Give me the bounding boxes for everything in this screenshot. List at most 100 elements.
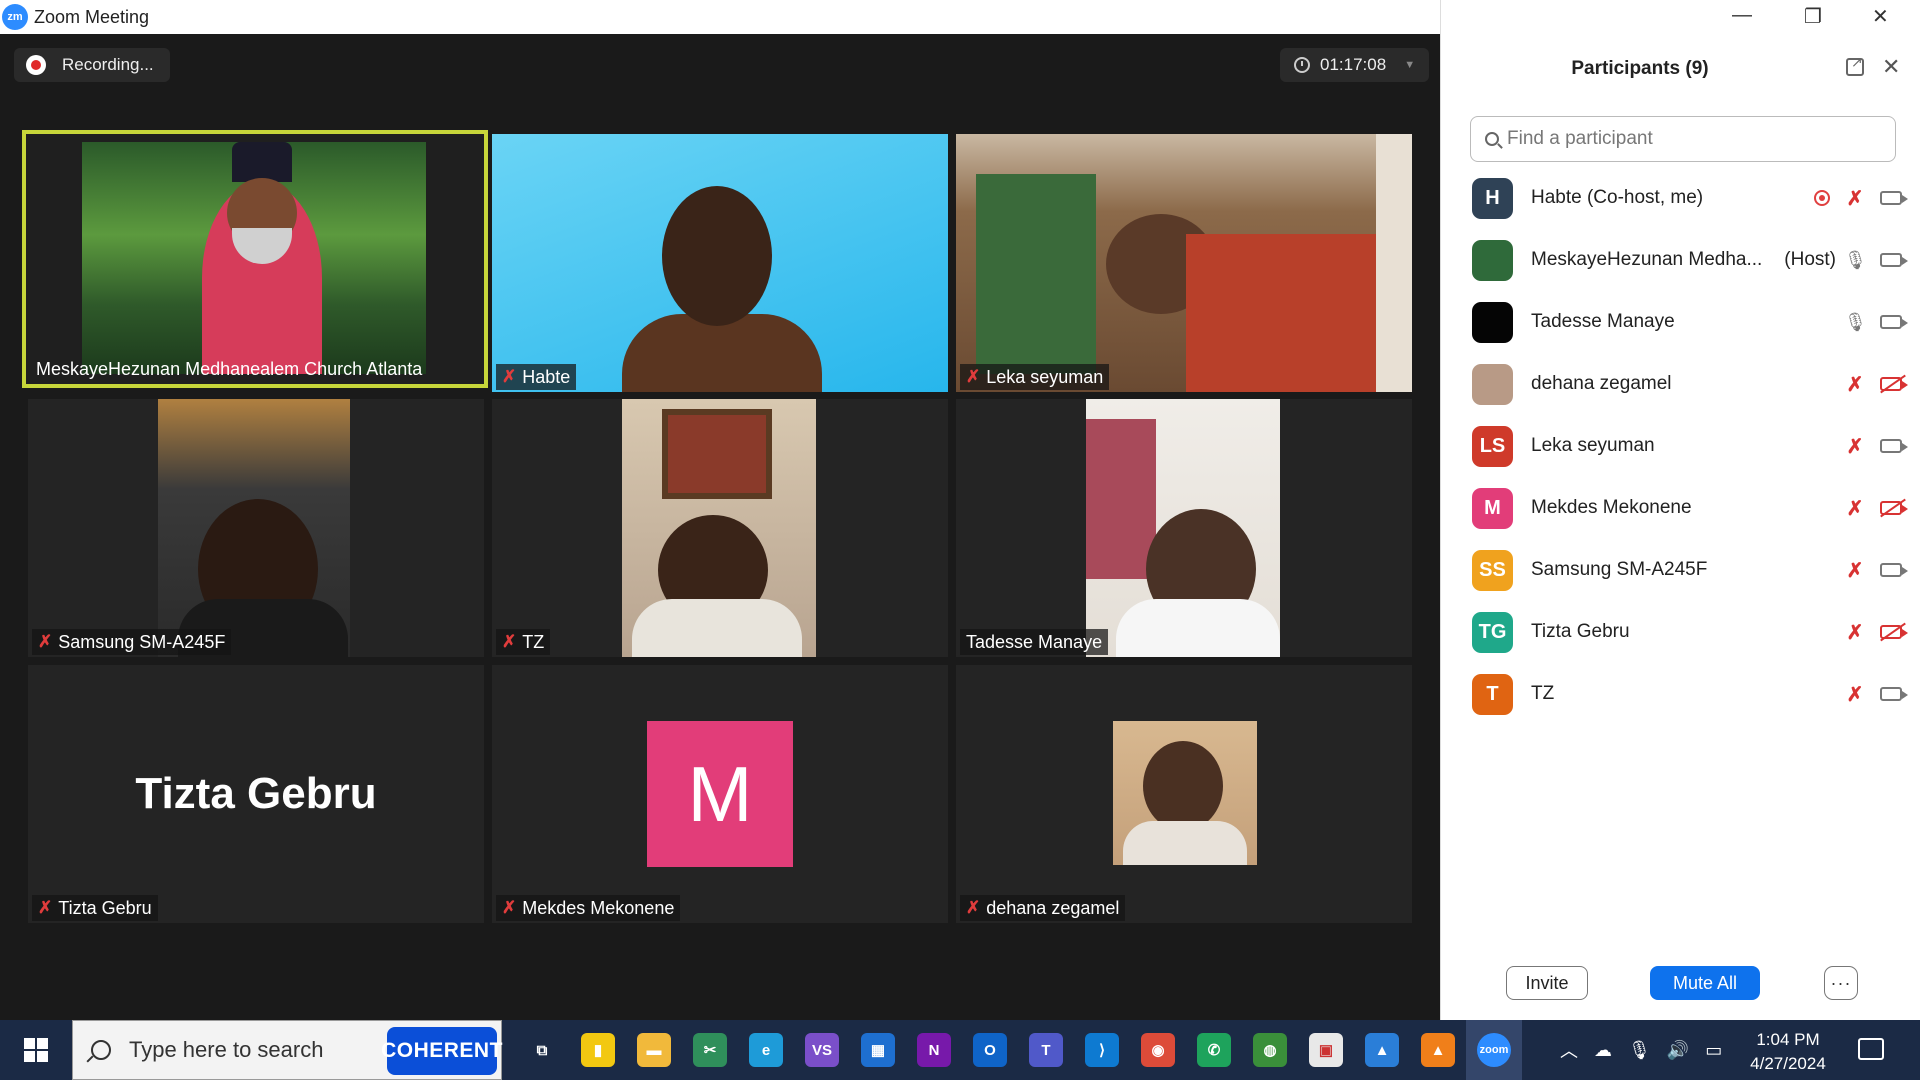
- participant-row[interactable]: M Mekdes Mekonene ✗: [1472, 482, 1908, 534]
- participant-row[interactable]: SS Samsung SM-A245F ✗: [1472, 544, 1908, 596]
- mic-off-icon[interactable]: ✗: [1844, 434, 1866, 459]
- video-tile[interactable]: ✗ Leka seyuman: [956, 134, 1412, 392]
- participant-row[interactable]: H Habte (Co-host, me) ✗: [1472, 172, 1908, 224]
- calculator-icon[interactable]: ▦: [850, 1020, 906, 1080]
- participant-row[interactable]: dehana zegamel ✗: [1472, 358, 1908, 410]
- zoom-icon[interactable]: zoom: [1466, 1020, 1522, 1080]
- mute-all-button[interactable]: Mute All: [1650, 966, 1760, 1000]
- participant-status-icons: ✗: [1844, 620, 1908, 645]
- clock-icon: [1294, 57, 1310, 73]
- title-bar: zm Zoom Meeting: [0, 0, 1440, 34]
- mic-off-icon[interactable]: ✗: [1844, 682, 1866, 707]
- more-options-button[interactable]: ···: [1824, 966, 1858, 1000]
- recording-icon: [1814, 190, 1830, 206]
- photos-icon[interactable]: ▲: [1354, 1020, 1410, 1080]
- participant-name: MeskayeHezunan Medha...: [1531, 249, 1763, 270]
- participant-row[interactable]: TG Tizta Gebru ✗: [1472, 606, 1908, 658]
- taskbar-search-box[interactable]: Type here to search COHERENT: [72, 1020, 502, 1080]
- mic-off-icon[interactable]: ✗: [1844, 620, 1866, 645]
- vlc-icon[interactable]: ▲: [1410, 1020, 1466, 1080]
- camera-icon[interactable]: [1880, 687, 1908, 701]
- taskbar-apps: ⧉ ▮ ▬ ✂ e VS ▦ N O T ⟩ ◉ ✆ ◍ ▣ ▲ ▲ zoom: [514, 1020, 1522, 1080]
- teams-icon[interactable]: T: [1018, 1020, 1074, 1080]
- visual-studio-icon[interactable]: VS: [794, 1020, 850, 1080]
- video-tile[interactable]: MeskayeHezunan Medhanealem Church Atlant…: [22, 130, 488, 388]
- minimize-button[interactable]: —: [1732, 4, 1752, 27]
- store-icon[interactable]: ▣: [1298, 1020, 1354, 1080]
- outlook-icon[interactable]: O: [962, 1020, 1018, 1080]
- outlook-glyph: O: [973, 1033, 1007, 1067]
- mic-off-icon: ✗: [38, 898, 53, 917]
- whatsapp-icon[interactable]: ✆: [1186, 1020, 1242, 1080]
- popout-icon[interactable]: [1846, 54, 1864, 76]
- chrome-icon[interactable]: ◉: [1130, 1020, 1186, 1080]
- camera-off-icon[interactable]: [1880, 377, 1908, 391]
- invite-button[interactable]: Invite: [1506, 966, 1588, 1000]
- camera-off-icon[interactable]: [1880, 625, 1908, 639]
- tile-name: TZ: [522, 631, 545, 652]
- participant-row[interactable]: LS Leka seyuman ✗: [1472, 420, 1908, 472]
- file-explorer-icon[interactable]: ▬: [626, 1020, 682, 1080]
- mic-off-icon[interactable]: ✗: [1844, 496, 1866, 521]
- mic-off-icon[interactable]: ✗: [1844, 558, 1866, 583]
- onenote-icon[interactable]: N: [906, 1020, 962, 1080]
- mic-on-icon[interactable]: 🎙: [1844, 312, 1867, 333]
- volume-icon[interactable]: 🔊: [1667, 1040, 1689, 1061]
- taskbar-clock[interactable]: 1:04 PM 4/27/2024: [1738, 1028, 1838, 1076]
- mic-on-icon[interactable]: 🎙: [1844, 250, 1867, 271]
- participant-row[interactable]: Tadesse Manaye 🎙: [1472, 296, 1908, 348]
- onenote-glyph: N: [917, 1033, 951, 1067]
- taskbar-search-placeholder: Type here to search: [129, 1037, 324, 1062]
- avatar: M: [647, 721, 793, 867]
- snipping-tool-icon[interactable]: ✂: [682, 1020, 738, 1080]
- snipping-tool-glyph: ✂: [693, 1033, 727, 1067]
- onedrive-icon[interactable]: ☁: [1594, 1040, 1612, 1061]
- meeting-area: Recording... 01:17:08 ▼ MeskayeHezunan M…: [0, 34, 1440, 1020]
- profile-photo: [1113, 721, 1257, 865]
- video-tile[interactable]: ✗ Habte: [492, 134, 948, 392]
- search-highlight-badge[interactable]: COHERENT: [381, 1027, 502, 1075]
- participant-row[interactable]: MeskayeHezunan Medha... (Host) 🎙: [1472, 234, 1908, 286]
- video-tile[interactable]: Tadesse Manaye: [956, 399, 1412, 657]
- participant-status-icons: ✗: [1844, 496, 1908, 521]
- participant-name: Habte (Co-host, me): [1531, 187, 1704, 208]
- camera-off-icon[interactable]: [1880, 501, 1908, 515]
- system-tray: ︿ ☁ 🎙 🔊 ▭: [1560, 1020, 1722, 1080]
- participant-status-icons: ✗: [1844, 682, 1908, 707]
- participant-search-input[interactable]: Find a participant: [1470, 116, 1896, 162]
- recording-label: Recording...: [62, 55, 154, 74]
- video-tile[interactable]: Tizta Gebru ✗ Tizta Gebru: [28, 665, 484, 923]
- chevron-up-icon[interactable]: ︿: [1560, 1037, 1578, 1063]
- power-bi-icon[interactable]: ▮: [570, 1020, 626, 1080]
- camera-icon[interactable]: [1880, 191, 1908, 205]
- camera-icon[interactable]: [1880, 253, 1908, 267]
- mic-off-icon[interactable]: ✗: [1844, 186, 1866, 211]
- participant-name-label: ✗ dehana zegamel: [960, 895, 1126, 921]
- video-tile[interactable]: M ✗ Mekdes Mekonene: [492, 665, 948, 923]
- participant-row[interactable]: T TZ ✗: [1472, 668, 1908, 720]
- camera-icon[interactable]: [1880, 439, 1908, 453]
- host-tag: (Host): [1784, 249, 1836, 270]
- microphone-icon[interactable]: 🎙: [1628, 1040, 1651, 1061]
- close-icon[interactable]: ✕: [1882, 54, 1900, 80]
- participant-status-icons: 🎙: [1844, 250, 1908, 271]
- video-tile[interactable]: ✗ dehana zegamel: [956, 665, 1412, 923]
- search-placeholder: Find a participant: [1507, 128, 1653, 149]
- restore-button[interactable]: ❐: [1804, 4, 1822, 29]
- video-tile[interactable]: ✗ TZ: [492, 399, 948, 657]
- start-button[interactable]: [0, 1020, 72, 1080]
- vscode-icon[interactable]: ⟩: [1074, 1020, 1130, 1080]
- close-window-button[interactable]: ✕: [1872, 4, 1889, 29]
- recording-indicator[interactable]: Recording...: [14, 48, 170, 82]
- camera-icon[interactable]: [1880, 315, 1908, 329]
- globe-icon[interactable]: ◍: [1242, 1020, 1298, 1080]
- task-view-icon[interactable]: ⧉: [514, 1020, 570, 1080]
- edge-icon[interactable]: e: [738, 1020, 794, 1080]
- mic-off-icon[interactable]: ✗: [1844, 372, 1866, 397]
- meeting-timer[interactable]: 01:17:08 ▼: [1280, 48, 1430, 82]
- video-feed: [82, 142, 426, 374]
- network-icon[interactable]: ▭: [1705, 1040, 1722, 1061]
- camera-icon[interactable]: [1880, 563, 1908, 577]
- notification-icon[interactable]: [1858, 1038, 1884, 1060]
- video-tile[interactable]: ✗ Samsung SM-A245F: [28, 399, 484, 657]
